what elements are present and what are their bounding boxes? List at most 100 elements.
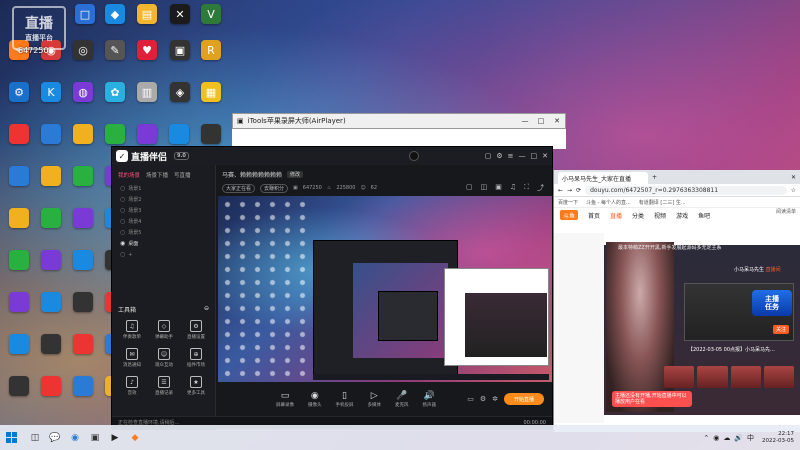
desktop-icon[interactable]: V	[196, 4, 226, 26]
tool-item[interactable]: ☺ 观众互动	[148, 348, 180, 368]
tray-icon[interactable]: 🔊	[734, 434, 743, 442]
desktop-icon[interactable]	[36, 376, 66, 396]
douyu-logo[interactable]: 斗鱼	[560, 210, 578, 220]
tool-item[interactable]: ◇ 弹幕助手	[148, 320, 180, 340]
new-tab-icon[interactable]: +	[652, 174, 657, 181]
taskbar-app-icon[interactable]: 💬	[46, 429, 64, 447]
desktop-icon[interactable]	[4, 166, 34, 186]
taskbar-app-icon[interactable]: ▣	[86, 429, 104, 447]
source-control[interactable]: ◉ 摄像头	[308, 391, 322, 408]
camera-icon[interactable]: ▭	[467, 395, 474, 403]
tray-icon[interactable]: ◉	[713, 434, 719, 442]
tool-item[interactable]: ☰ 直播记录	[148, 376, 180, 396]
live-preview[interactable]	[218, 196, 552, 382]
desktop-icon[interactable]	[164, 124, 194, 144]
url-input[interactable]: douyu.com/6472507_r=0.2976363308811	[585, 185, 787, 195]
edit-tag[interactable]: 修改	[287, 170, 304, 178]
gift-item[interactable]	[697, 366, 728, 388]
desktop-icon[interactable]: ◆	[100, 4, 130, 26]
minimize-icon[interactable]: —	[517, 117, 533, 125]
desktop-icon[interactable]	[36, 208, 66, 228]
points-pill[interactable]: 去赚积分	[260, 183, 289, 193]
close-icon[interactable]: ✕	[542, 152, 548, 160]
desktop-icon[interactable]	[36, 292, 66, 312]
bell-icon[interactable]: ♫	[510, 183, 516, 193]
close-icon[interactable]: ✕	[791, 174, 800, 181]
source-control[interactable]: ▷ 多媒体	[368, 391, 382, 408]
nav-home[interactable]: 首页	[588, 211, 600, 220]
forward-icon[interactable]: →	[567, 187, 572, 194]
app-titlebar[interactable]: ✓ 直播伴侣 9.0 ▢ ⚙ ≡ — □ ✕	[112, 147, 552, 165]
scene-item[interactable]: ◉ 桌面	[112, 238, 215, 249]
taskbar-app-icon[interactable]: ◉	[66, 429, 84, 447]
tab-my-scenes[interactable]: 我的场景	[118, 171, 140, 179]
fullscreen-icon[interactable]: ⛶	[524, 183, 529, 193]
gift-item[interactable]	[730, 366, 761, 388]
taskbar-app-icon[interactable]: ▶	[106, 429, 124, 447]
bookmark-item[interactable]: 百度一下	[558, 199, 578, 206]
desktop-icon[interactable]: ▤	[132, 4, 162, 26]
eye-icon[interactable]: ○	[120, 218, 125, 225]
settings-icon[interactable]: ⚙	[496, 152, 502, 160]
desktop-icon[interactable]	[36, 124, 66, 144]
tool-item[interactable]: ★ 更多工具	[180, 376, 212, 396]
desktop-icon[interactable]: R	[196, 40, 226, 62]
desktop-icon[interactable]	[68, 334, 98, 354]
tool-item[interactable]: ♪ 音效	[116, 376, 148, 396]
desktop-icon[interactable]: ✎	[100, 40, 130, 62]
tool-item[interactable]: ✉ 消息通知	[116, 348, 148, 368]
nav-game[interactable]: 游戏	[676, 211, 688, 220]
source-control[interactable]: ▭ 屏幕录像	[276, 391, 294, 408]
scene-item[interactable]: ○ 场景3	[112, 205, 215, 216]
desktop-icon[interactable]: ✿	[100, 82, 130, 104]
eye-icon[interactable]: ◉	[120, 240, 125, 247]
nav-category[interactable]: 分类	[632, 211, 644, 220]
nav-fishbar[interactable]: 鱼吧	[698, 211, 710, 220]
desktop-icon[interactable]	[36, 166, 66, 186]
bookmark-item[interactable]: 斗鱼 - 每个人的直...	[586, 199, 631, 206]
desktop-icon[interactable]	[4, 376, 34, 396]
desktop-icon[interactable]	[4, 124, 34, 144]
avatar[interactable]	[408, 151, 419, 161]
desktop-icon[interactable]	[68, 208, 98, 228]
toolbox-more-icon[interactable]: ⊖	[204, 305, 209, 314]
tab-write-live[interactable]: 写直播	[174, 171, 191, 179]
maximize-icon[interactable]: □	[531, 152, 538, 160]
desktop-icon[interactable]	[4, 250, 34, 270]
eye-icon[interactable]: ○	[120, 251, 125, 258]
desktop-icon[interactable]: ▣	[165, 40, 195, 62]
desktop-icon[interactable]	[68, 166, 98, 186]
back-icon[interactable]: ←	[558, 187, 563, 194]
desktop-icon[interactable]: ◈	[165, 82, 195, 104]
settings-icon[interactable]: ⚙	[480, 395, 486, 403]
desktop-icon[interactable]: □	[70, 4, 100, 26]
source-control[interactable]: 🎤 麦克风	[395, 391, 409, 408]
start-live-button[interactable]: 开始直播	[504, 393, 544, 405]
watching-pill[interactable]: 大家正在看	[222, 183, 256, 193]
tab-scene-down[interactable]: 场景下播	[146, 171, 168, 179]
nav-live[interactable]: 直播	[610, 211, 622, 220]
tool-item[interactable]: ⊕ 插件市场	[180, 348, 212, 368]
scene-item[interactable]: ○ 场景4	[112, 216, 215, 227]
nav-video[interactable]: 视频	[654, 211, 666, 220]
start-button[interactable]	[0, 427, 22, 449]
desktop-icon[interactable]	[68, 124, 98, 144]
desktop-icon[interactable]: ♥	[132, 40, 162, 62]
desktop-icon[interactable]	[4, 208, 34, 228]
eye-icon[interactable]: ○	[120, 207, 125, 214]
desktop-icon[interactable]	[4, 292, 34, 312]
tool-item[interactable]: ⚙ 直播设置	[180, 320, 212, 340]
airplayer-window-titlebar[interactable]: ▣ iTools苹果录屏大师(AirPlayer) — □ ✕	[232, 113, 566, 129]
clock[interactable]: 22:17 2022-03-05	[762, 431, 794, 445]
scene-item[interactable]: ○ 场景5	[112, 227, 215, 238]
message-icon[interactable]: ▢	[485, 152, 492, 160]
menu-icon[interactable]: ≡	[508, 152, 514, 160]
scene-item[interactable]: ○ 场景1	[112, 183, 215, 194]
desktop-icon[interactable]: ◍	[68, 82, 98, 104]
desktop-icon[interactable]	[36, 250, 66, 270]
desktop-icon[interactable]	[68, 292, 98, 312]
tray-icon[interactable]: 中	[747, 433, 754, 443]
eye-icon[interactable]: ○	[120, 185, 125, 192]
source-control[interactable]: ▯ 手机投屏	[336, 391, 354, 408]
minimize-icon[interactable]: —	[519, 152, 526, 160]
